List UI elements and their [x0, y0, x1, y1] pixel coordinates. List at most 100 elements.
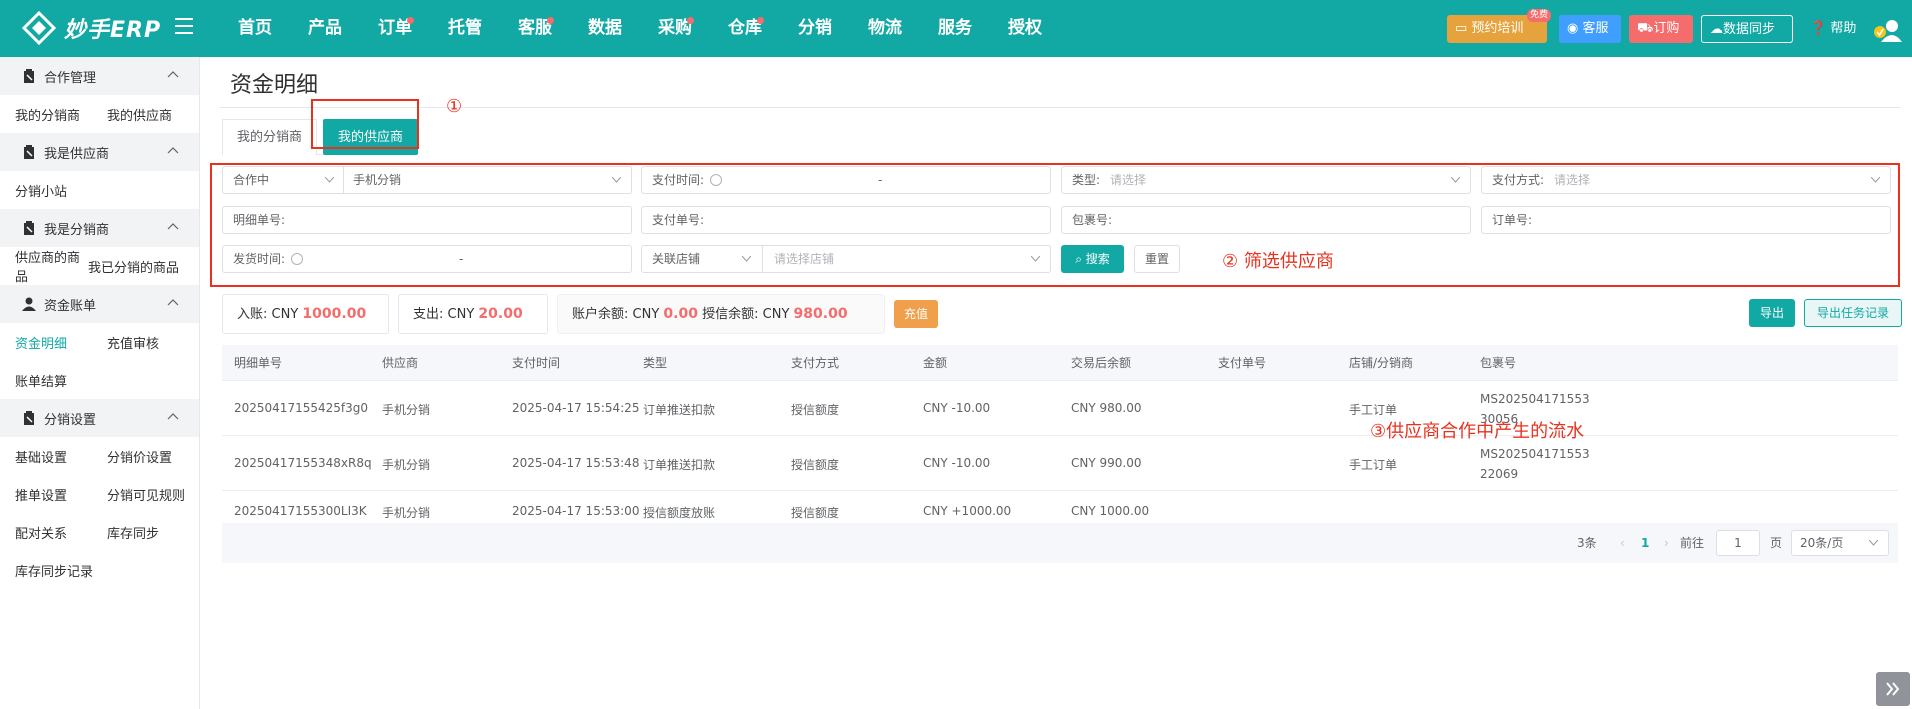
chevron-up-icon — [167, 413, 179, 420]
nav-item[interactable]: 采购 — [640, 0, 710, 57]
book-training-button[interactable]: ▭ 预约培训 免费 — [1447, 9, 1551, 43]
notification-dot — [687, 17, 694, 24]
pay-time-range[interactable]: 支付时间: - — [641, 166, 1051, 194]
reset-button[interactable]: 重置 — [1134, 245, 1180, 273]
sidebar-group[interactable]: 资金账单 — [0, 285, 199, 323]
search-button[interactable]: ⌕ 搜索 — [1061, 245, 1124, 273]
table-row[interactable]: 20250417155425f3g0 手机分销 2025-04-17 15:54:2… — [222, 381, 1898, 436]
export-log-button[interactable]: 导出任务记录 — [1804, 299, 1902, 327]
nav-item-label: 产品 — [308, 18, 342, 38]
sidebar-item[interactable]: 分销可见规则 — [107, 485, 199, 504]
nav-item[interactable]: 仓库 — [710, 0, 780, 57]
sidebar-item[interactable]: 资金明细 — [15, 333, 107, 352]
sidebar-item[interactable]: 充值审核 — [107, 333, 199, 352]
table-header: 明细单号 供应商 支付时间 类型 支付方式 金额 交易后余额 支付单号 店铺/分销商 包裹号 — [222, 345, 1898, 381]
recharge-button[interactable]: 充值 — [894, 300, 939, 328]
detail-no-input[interactable]: 明细单号: — [222, 206, 632, 234]
nav-item[interactable]: 授权 — [990, 0, 1060, 57]
nav-item[interactable]: 产品 — [290, 0, 360, 57]
goto-page-input[interactable]: 1 — [1716, 530, 1760, 556]
nav-item[interactable]: 数据 — [570, 0, 640, 57]
pay-method-select[interactable]: 支付方式: 请选择 — [1481, 166, 1891, 194]
column-header[interactable]: 支付方式 — [791, 345, 839, 381]
logo[interactable]: 妙手ERP — [22, 10, 161, 46]
funds-table: 明细单号 供应商 支付时间 类型 支付方式 金额 交易后余额 支付单号 店铺/分销商 包裹号 20… — [222, 345, 1898, 541]
table-row[interactable]: 20250417155348xR8q 手机分销 2025-04-17 15:53:4… — [222, 436, 1898, 491]
table-cell: 手机分销 — [382, 457, 431, 472]
nav-item-label: 托管 — [448, 18, 482, 38]
sidebar-item[interactable]: 我已分销的商品 — [88, 257, 199, 276]
sidebar-item[interactable]: 配对关系 — [15, 523, 107, 542]
column-header[interactable]: 支付时间 — [512, 345, 560, 381]
store-select-placeholder[interactable]: 请选择店铺 — [774, 246, 834, 272]
store-link-select[interactable]: 关联店铺 — [652, 252, 700, 266]
sidebar-item[interactable]: 供应商的商品 — [15, 247, 88, 285]
sidebar-group-label: 我是分销商 — [44, 222, 110, 238]
page-number-current[interactable]: 1 — [1641, 523, 1649, 563]
sidebar-item[interactable]: 我的分销商 — [15, 105, 107, 124]
package-no-input[interactable]: 包裹号: — [1061, 206, 1471, 234]
table-cell: 手工订单 — [1349, 402, 1398, 417]
user-avatar-icon[interactable] — [1872, 18, 1902, 42]
chat-icon: ▭ — [1455, 21, 1472, 36]
nav-item[interactable]: 首页 — [220, 0, 290, 57]
sidebar-item[interactable]: 账单结算 — [15, 371, 107, 390]
column-header[interactable]: 支付单号 — [1218, 345, 1266, 381]
nav-item[interactable]: 服务 — [920, 0, 990, 57]
nav-item[interactable]: 物流 — [850, 0, 920, 57]
data-sync-button[interactable]: ☁数据同步 — [1701, 15, 1793, 43]
next-page-icon[interactable]: › — [1664, 523, 1669, 563]
sidebar-item[interactable]: 库存同步 — [107, 523, 199, 542]
column-header[interactable]: 供应商 — [382, 345, 418, 381]
order-no-input[interactable]: 订单号: — [1481, 206, 1891, 234]
column-header[interactable]: 店铺/分销商 — [1349, 345, 1413, 381]
double-chevron-right-icon — [1886, 682, 1900, 696]
sidebar-item[interactable]: 分销小站 — [15, 181, 107, 200]
sidebar-item[interactable]: 我的供应商 — [107, 105, 199, 124]
collapse-panel-button[interactable] — [1876, 672, 1910, 706]
chevron-up-icon — [167, 147, 179, 154]
pay-method-label: 支付方式: — [1492, 173, 1545, 187]
sidebar-row: 资金明细 充值审核 — [0, 323, 199, 361]
nav-item[interactable]: 托管 — [430, 0, 500, 57]
sidebar-row: 账单结算 — [0, 361, 199, 399]
menu-toggle-icon[interactable] — [175, 18, 193, 34]
ship-time-range[interactable]: 发货时间: - — [222, 245, 632, 273]
nav-item[interactable]: 分销 — [780, 0, 850, 57]
column-header[interactable]: 金额 — [923, 345, 947, 381]
balance-summary: 账户余额: CNY 0.00 授信余额: CNY 980.00 — [557, 294, 885, 334]
sidebar-item[interactable]: 分销价设置 — [107, 447, 199, 466]
export-button[interactable]: 导出 — [1749, 299, 1795, 327]
chevron-down-icon — [1031, 256, 1040, 262]
sidebar-group[interactable]: 我是供应商 — [0, 133, 199, 171]
prev-page-icon[interactable]: ‹ — [1620, 523, 1625, 563]
customer-service-button[interactable]: ◉ 客服 — [1559, 15, 1621, 43]
sidebar-row: 配对关系 库存同步 — [0, 513, 199, 551]
tab-my-distributors[interactable]: 我的分销商 — [222, 119, 318, 155]
subscribe-button[interactable]: ⛟订购 — [1629, 15, 1693, 43]
column-header[interactable]: 交易后余额 — [1071, 345, 1131, 381]
credit-value: 980.00 — [793, 306, 848, 322]
pay-no-input[interactable]: 支付单号: — [641, 206, 1051, 234]
sidebar-group[interactable]: 分销设置 — [0, 399, 199, 437]
sidebar-group[interactable]: 我是分销商 — [0, 209, 199, 247]
sidebar-group[interactable]: 合作管理 — [0, 57, 199, 95]
column-header[interactable]: 明细单号 — [234, 345, 282, 381]
table-cell: CNY 1000.00 — [1071, 504, 1150, 518]
sidebar-item[interactable]: 库存同步记录 — [15, 561, 155, 580]
type-select[interactable]: 类型: 请选择 — [1061, 166, 1471, 194]
cooperation-status-select[interactable]: 合作中 — [233, 173, 269, 187]
column-header[interactable]: 包裹号 — [1480, 345, 1516, 381]
nav-item[interactable]: 订单 — [360, 0, 430, 57]
sidebar-item[interactable]: 推单设置 — [15, 485, 107, 504]
page-size-select[interactable]: 20条/页 — [1791, 530, 1889, 556]
help-button[interactable]: ❓ 帮助 — [1802, 15, 1862, 43]
income-value: 1000.00 — [302, 306, 367, 322]
income-summary: 入账: CNY 1000.00 — [222, 294, 389, 334]
supplier-select[interactable]: 手机分销 — [353, 167, 401, 193]
book-training-label: 预约培训 — [1471, 21, 1524, 36]
sidebar-item[interactable]: 基础设置 — [15, 447, 107, 466]
sidebar-row: 我的分销商 我的供应商 — [0, 95, 199, 133]
column-header[interactable]: 类型 — [643, 345, 667, 381]
nav-item[interactable]: 客服 — [500, 0, 570, 57]
